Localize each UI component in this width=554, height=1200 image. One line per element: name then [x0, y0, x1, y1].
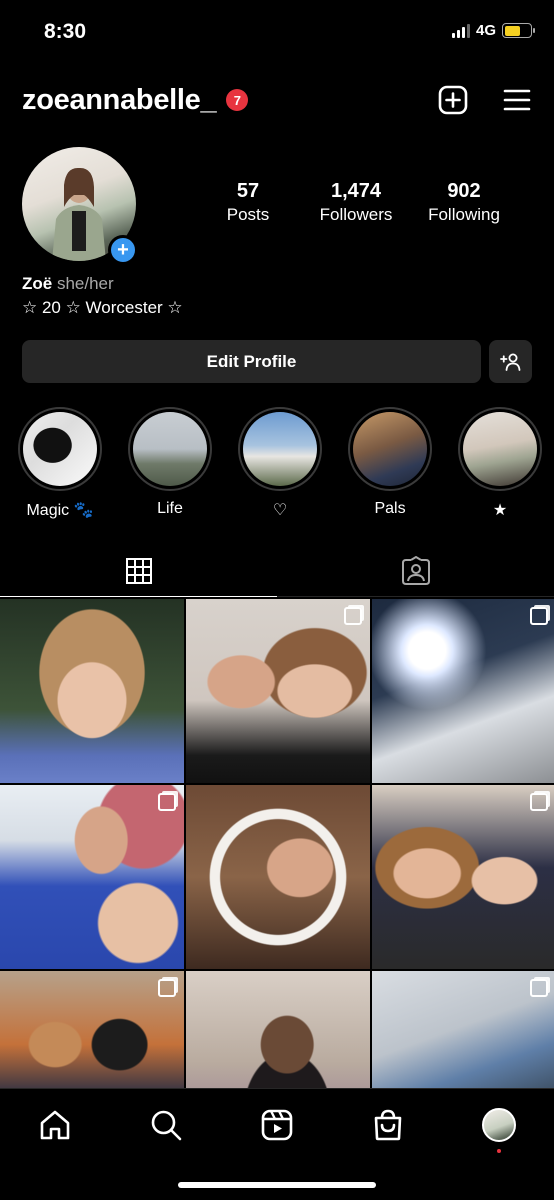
- post-thumbnail[interactable]: [372, 599, 554, 783]
- highlight-cover: [133, 412, 207, 486]
- reels-icon: [261, 1109, 293, 1141]
- post-thumbnail[interactable]: [372, 785, 554, 969]
- status-bar: 8:30 4G: [0, 0, 554, 64]
- profile-avatar-icon: [481, 1108, 516, 1142]
- nav-profile[interactable]: [479, 1105, 519, 1153]
- nav-shop[interactable]: [368, 1105, 408, 1145]
- tab-tagged[interactable]: [277, 545, 554, 597]
- post-thumbnail[interactable]: [186, 785, 370, 969]
- tagged-icon: [401, 555, 430, 585]
- status-time: 8:30: [44, 20, 87, 43]
- carousel-icon: [158, 793, 176, 811]
- highlight-label: ★: [492, 502, 508, 519]
- highlight-pals[interactable]: Pals: [348, 407, 432, 520]
- profile-actions: Edit Profile: [22, 340, 532, 383]
- stat-followers[interactable]: 1,474 Followers: [306, 180, 406, 225]
- profile-bio: Zoë she/her ☆ 20 ☆ Worcester ☆: [22, 272, 183, 320]
- nav-reels[interactable]: [257, 1105, 297, 1145]
- nav-search[interactable]: [146, 1105, 186, 1145]
- highlight-cover: [23, 412, 97, 486]
- menu-icon[interactable]: [502, 85, 532, 115]
- status-indicators: 4G: [451, 22, 535, 39]
- signal-icon: [451, 23, 470, 38]
- grid-icon: [125, 557, 152, 584]
- profile-tabs: [0, 545, 554, 597]
- home-indicator[interactable]: [178, 1182, 376, 1188]
- stat-posts[interactable]: 57 Posts: [200, 180, 296, 225]
- highlight-cover: [463, 412, 537, 486]
- username[interactable]: zoeannabelle_: [22, 84, 217, 117]
- carousel-icon: [530, 793, 548, 811]
- followers-label: Followers: [319, 205, 393, 224]
- carousel-icon: [530, 607, 548, 625]
- posts-count: 57: [236, 180, 260, 202]
- activity-dot: [496, 1149, 501, 1153]
- followers-count: 1,474: [330, 180, 382, 202]
- highlight-star[interactable]: ★: [458, 407, 542, 520]
- network-type: 4G: [475, 22, 496, 39]
- shop-icon: [374, 1109, 402, 1141]
- discover-people-button[interactable]: [489, 340, 532, 383]
- stat-following[interactable]: 902 Following: [414, 180, 514, 225]
- highlight-life[interactable]: Life: [128, 407, 212, 520]
- add-story-button[interactable]: +: [108, 235, 138, 265]
- battery-icon: [502, 23, 535, 38]
- highlight-label: Life: [157, 500, 183, 517]
- search-icon: [151, 1110, 182, 1141]
- highlight-heart[interactable]: ♡: [238, 407, 322, 520]
- highlight-label: Pals: [374, 500, 406, 517]
- following-count: 902: [447, 180, 481, 202]
- post-thumbnail[interactable]: [0, 785, 184, 969]
- highlight-cover: [243, 412, 317, 486]
- profile-avatar[interactable]: +: [22, 147, 138, 265]
- create-post-icon[interactable]: [438, 85, 468, 115]
- nav-home[interactable]: [35, 1105, 75, 1145]
- carousel-icon: [158, 979, 176, 997]
- add-person-icon: [499, 353, 520, 371]
- display-name: Zoë: [22, 274, 53, 293]
- pronouns: she/her: [56, 274, 114, 293]
- posts-label: Posts: [226, 205, 270, 224]
- highlight-label: ♡: [272, 502, 288, 519]
- carousel-icon: [530, 979, 548, 997]
- highlight-magic[interactable]: Magic 🐾: [18, 407, 102, 520]
- tab-posts-grid[interactable]: [0, 545, 277, 597]
- bio-text: ☆ 20 ☆ Worcester ☆: [22, 298, 183, 317]
- highlight-cover: [353, 412, 427, 486]
- posts-grid: [0, 599, 554, 1155]
- carousel-icon: [344, 607, 362, 625]
- post-thumbnail[interactable]: [186, 599, 370, 783]
- following-label: Following: [428, 205, 500, 224]
- home-icon: [41, 1110, 70, 1140]
- post-thumbnail[interactable]: [0, 599, 184, 783]
- story-highlights: Magic 🐾 Life ♡ Pals ★: [18, 407, 554, 520]
- edit-profile-button[interactable]: Edit Profile: [22, 340, 481, 383]
- profile-header: zoeannabelle_ 7: [22, 78, 532, 122]
- highlight-label: Magic 🐾: [26, 502, 94, 519]
- notification-badge: 7: [226, 89, 249, 111]
